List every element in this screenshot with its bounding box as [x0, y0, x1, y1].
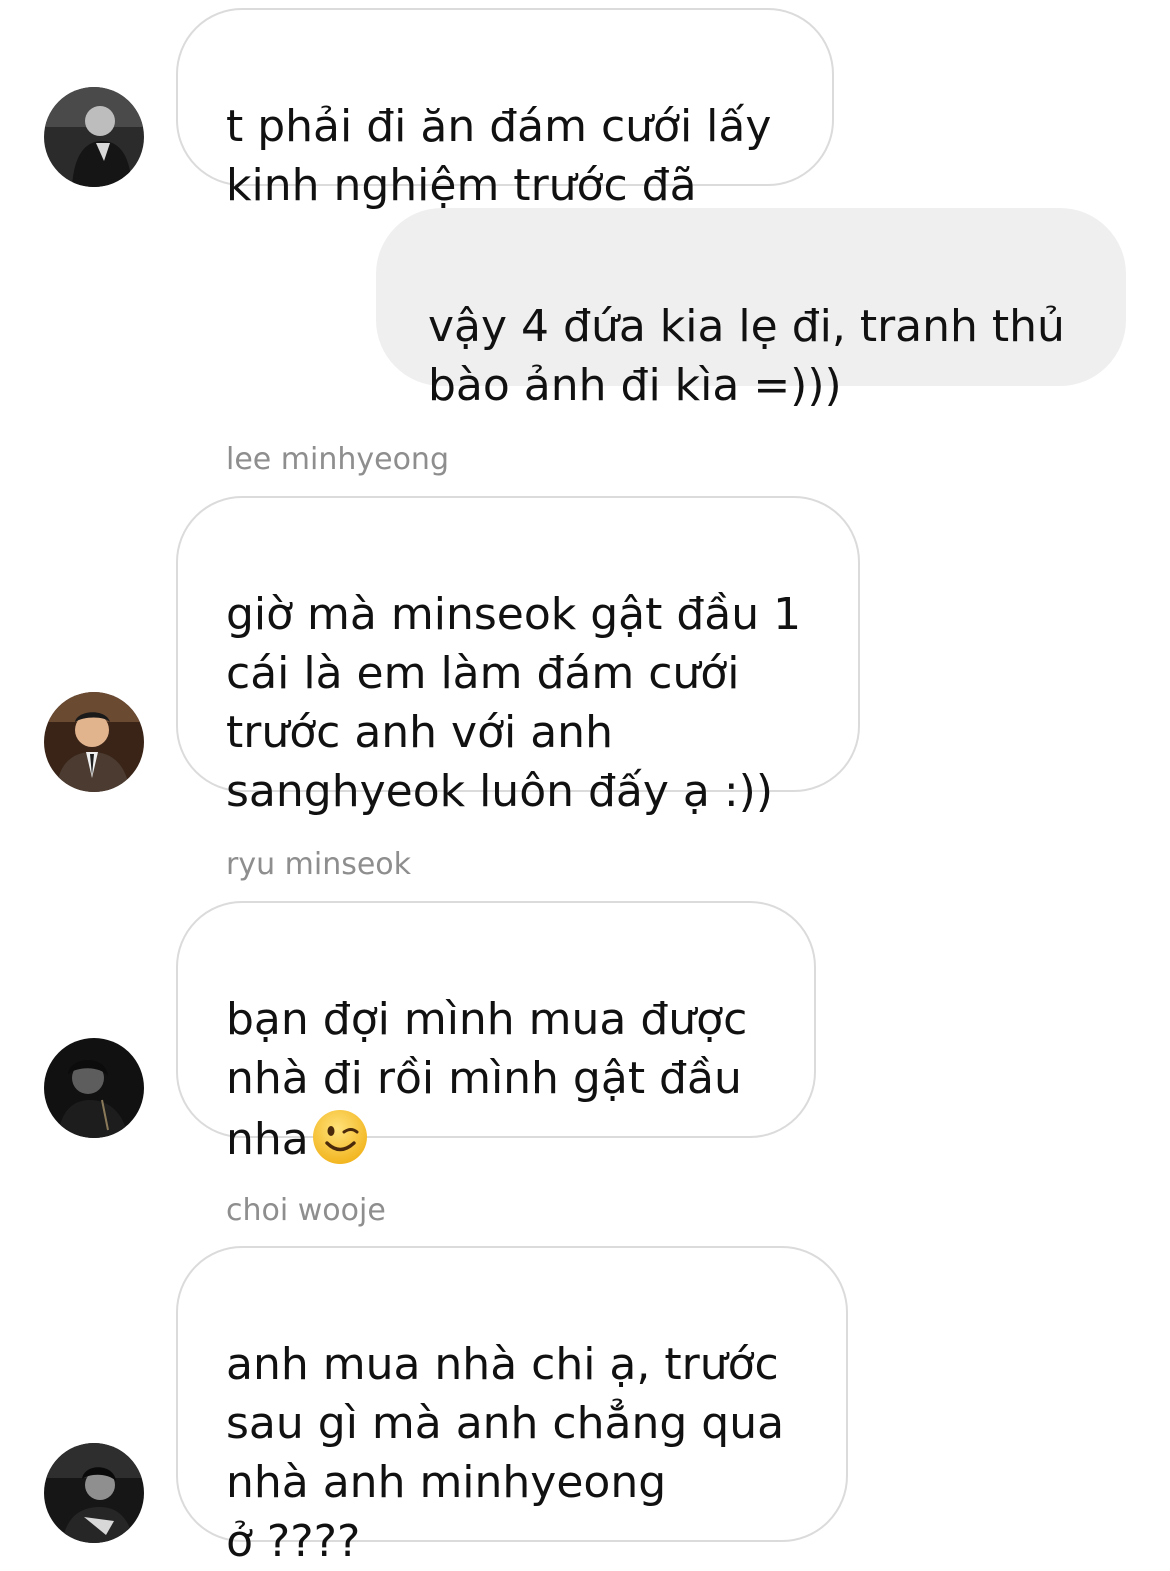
user-avatar-icon	[44, 1038, 144, 1138]
message-text: giờ mà minseok gật đầu 1 cái là em làm đ…	[226, 589, 802, 817]
sender-name: choi wooje	[226, 1193, 386, 1228]
message-bubble[interactable]: giờ mà minseok gật đầu 1 cái là em làm đ…	[176, 496, 860, 817]
message-text: vậy 4 đứa kia lẹ đi, tranh thủ bào ảnh đ…	[428, 301, 1065, 411]
user-avatar-icon	[44, 692, 144, 792]
winking-face-emoji	[311, 1108, 369, 1166]
user-avatar-icon	[44, 87, 144, 187]
message-bubble[interactable]: t phải đi ăn đám cưới lấy kinh nghiệm tr…	[176, 8, 834, 211]
message-text: anh mua nhà chi ạ, trước sau gì mà anh c…	[226, 1339, 785, 1567]
message-bubble[interactable]: vậy 4 đứa kia lẹ đi, tranh thủ bào ảnh đ…	[376, 208, 1126, 411]
message-text: t phải đi ăn đám cưới lấy kinh nghiệm tr…	[226, 101, 772, 211]
sender-avatar[interactable]	[44, 692, 144, 792]
message-bubble[interactable]: bạn đợi mình mua được nhà đi rồi mình gậ…	[176, 901, 816, 1165]
message-bubble[interactable]: anh mua nhà chi ạ, trước sau gì mà anh c…	[176, 1246, 848, 1567]
sender-avatar[interactable]	[44, 87, 144, 187]
user-avatar-icon	[44, 1443, 144, 1543]
sender-name: lee minhyeong	[226, 442, 449, 477]
sender-avatar[interactable]	[44, 1038, 144, 1138]
message-text: bạn đợi mình mua được nhà đi rồi mình gậ…	[226, 994, 748, 1165]
sender-avatar[interactable]	[44, 1443, 144, 1543]
sender-name: ryu minseok	[226, 847, 412, 882]
